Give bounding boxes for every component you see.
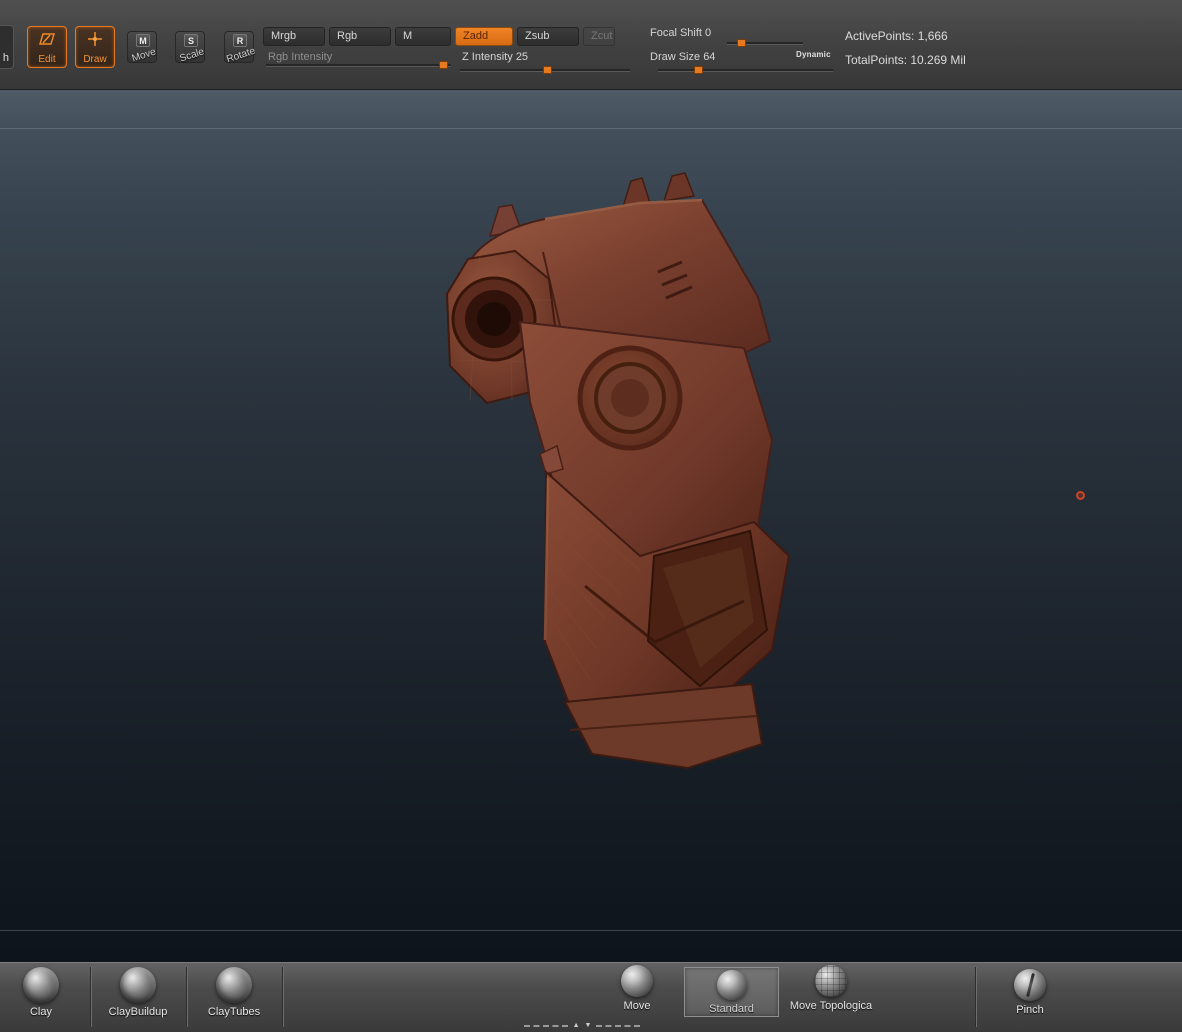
draw-size-slider[interactable] [658, 66, 833, 74]
rgb-intensity-label[interactable]: Rgb Intensity [268, 51, 332, 63]
move-brush-icon [621, 965, 653, 997]
tray-separator [975, 967, 976, 1027]
move-brush-label: Move [623, 1000, 651, 1012]
rotate-r-icon: R [233, 34, 247, 47]
draw-size-handle[interactable] [694, 66, 703, 74]
scale-button[interactable]: S Scale [175, 31, 206, 65]
sculpt-model-pistol[interactable] [0, 90, 1182, 962]
clay-brush-label: Clay [29, 1006, 52, 1018]
draw-button-label: Draw [83, 54, 107, 65]
pinch-brush-icon [1014, 969, 1046, 1001]
draw-button[interactable]: Draw [75, 26, 115, 68]
zadd-button[interactable]: Zadd [455, 27, 513, 46]
claytubes-brush-label: ClayTubes [207, 1006, 261, 1018]
total-points-stat: TotalPoints: 10.269 Mil [845, 53, 966, 67]
brush-claytubes[interactable]: ClayTubes [192, 967, 276, 1018]
pinch-brush-label: Pinch [1016, 1004, 1044, 1016]
scrubber-up-arrow[interactable]: ▲ [573, 1022, 580, 1030]
scrubber-down-arrow[interactable]: ▼ [585, 1022, 592, 1030]
brush-standard-selected[interactable]: Standard [684, 967, 779, 1017]
rgb-intensity-handle[interactable] [439, 61, 448, 69]
tray-separator [282, 967, 283, 1027]
claybuildup-brush-icon [120, 967, 156, 1003]
draw-size-label[interactable]: Draw Size 64 [650, 51, 715, 63]
move-m-icon: M [136, 34, 150, 47]
brush-pinch[interactable]: Pinch [1000, 969, 1060, 1016]
tray-separator [186, 967, 187, 1027]
focal-shift-value: 0 [705, 27, 712, 39]
move-topological-brush-icon [815, 965, 847, 997]
brush-clay[interactable]: Clay [8, 967, 74, 1018]
move-button-label: Move [130, 46, 158, 65]
scale-s-icon: S [184, 34, 198, 47]
scrubber-dashes [596, 1025, 641, 1027]
zbrush-window: h Edit Draw M Move S Scale R Rotate Mrgb… [0, 0, 1182, 1032]
focal-shift-handle[interactable] [737, 39, 746, 47]
z-intensity-handle[interactable] [543, 66, 552, 74]
rgb-button[interactable]: Rgb [329, 27, 391, 46]
brush-move-topological[interactable]: Move Topologica [783, 965, 879, 1012]
draw-size-value: 64 [703, 51, 716, 63]
z-intensity-label[interactable]: Z Intensity 25 [462, 51, 528, 63]
active-points-stat: ActivePoints: 1,666 [845, 29, 948, 43]
sculpt-viewport[interactable] [0, 90, 1182, 962]
edit-button[interactable]: Edit [27, 26, 67, 68]
move-button[interactable]: M Move [127, 31, 157, 65]
claybuildup-brush-label: ClayBuildup [108, 1006, 168, 1018]
dynamic-label[interactable]: Dynamic [796, 50, 831, 59]
move-topological-brush-label: Move Topologica [789, 1000, 873, 1012]
brush-cursor-indicator [1076, 491, 1085, 500]
tray-separator [90, 967, 91, 1027]
rgb-intensity-slider[interactable] [266, 61, 451, 69]
rotate-button-label: Rotate [225, 45, 257, 66]
tray-resize-scrubber[interactable]: ▲ ▼ [512, 1021, 652, 1031]
draw-crosshair-icon [88, 32, 102, 46]
zsub-button[interactable]: Zsub [517, 27, 579, 46]
edit-button-label: Edit [38, 54, 56, 65]
edit-icon [39, 33, 55, 45]
claytubes-brush-icon [216, 967, 252, 1003]
z-intensity-slider[interactable] [460, 66, 630, 74]
focal-shift-slider[interactable] [727, 39, 803, 47]
m-button[interactable]: M [395, 27, 451, 46]
zcut-button[interactable]: Zcut [583, 27, 615, 46]
top-toolbar: h Edit Draw M Move S Scale R Rotate Mrgb… [0, 0, 1182, 90]
standard-brush-icon [716, 970, 747, 1000]
mrgb-button[interactable]: Mrgb [263, 27, 325, 46]
partial-left-button[interactable]: h [0, 25, 14, 69]
standard-brush-label: Standard [709, 1003, 754, 1015]
brush-claybuildup[interactable]: ClayBuildup [96, 967, 180, 1018]
clay-brush-icon [23, 967, 59, 1003]
scale-button-label: Scale [178, 46, 206, 65]
rotate-button[interactable]: R Rotate [224, 31, 257, 65]
focal-shift-label[interactable]: Focal Shift 0 [650, 27, 711, 39]
z-intensity-value: 25 [515, 51, 529, 63]
scrubber-dashes [523, 1025, 568, 1027]
brush-move[interactable]: Move [606, 965, 668, 1012]
